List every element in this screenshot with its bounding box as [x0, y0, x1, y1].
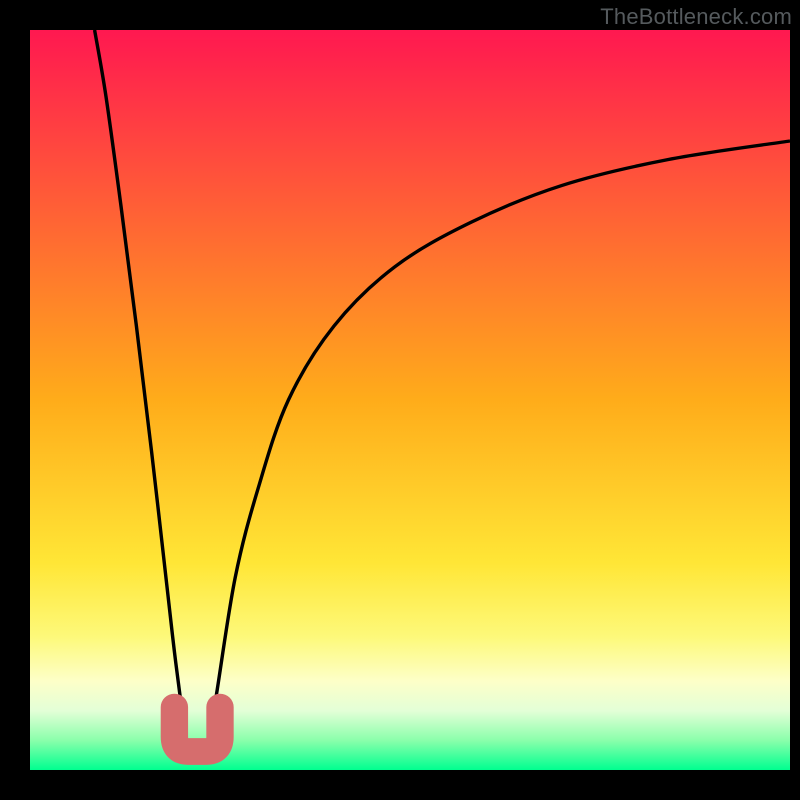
plot-area	[30, 30, 790, 770]
watermark-text: TheBottleneck.com	[600, 4, 792, 30]
bottom-u-marker	[174, 707, 220, 751]
curve-right-branch	[207, 141, 790, 748]
curve-layer	[30, 30, 790, 770]
curve-left-branch	[95, 30, 188, 748]
chart-frame: TheBottleneck.com	[0, 0, 800, 800]
